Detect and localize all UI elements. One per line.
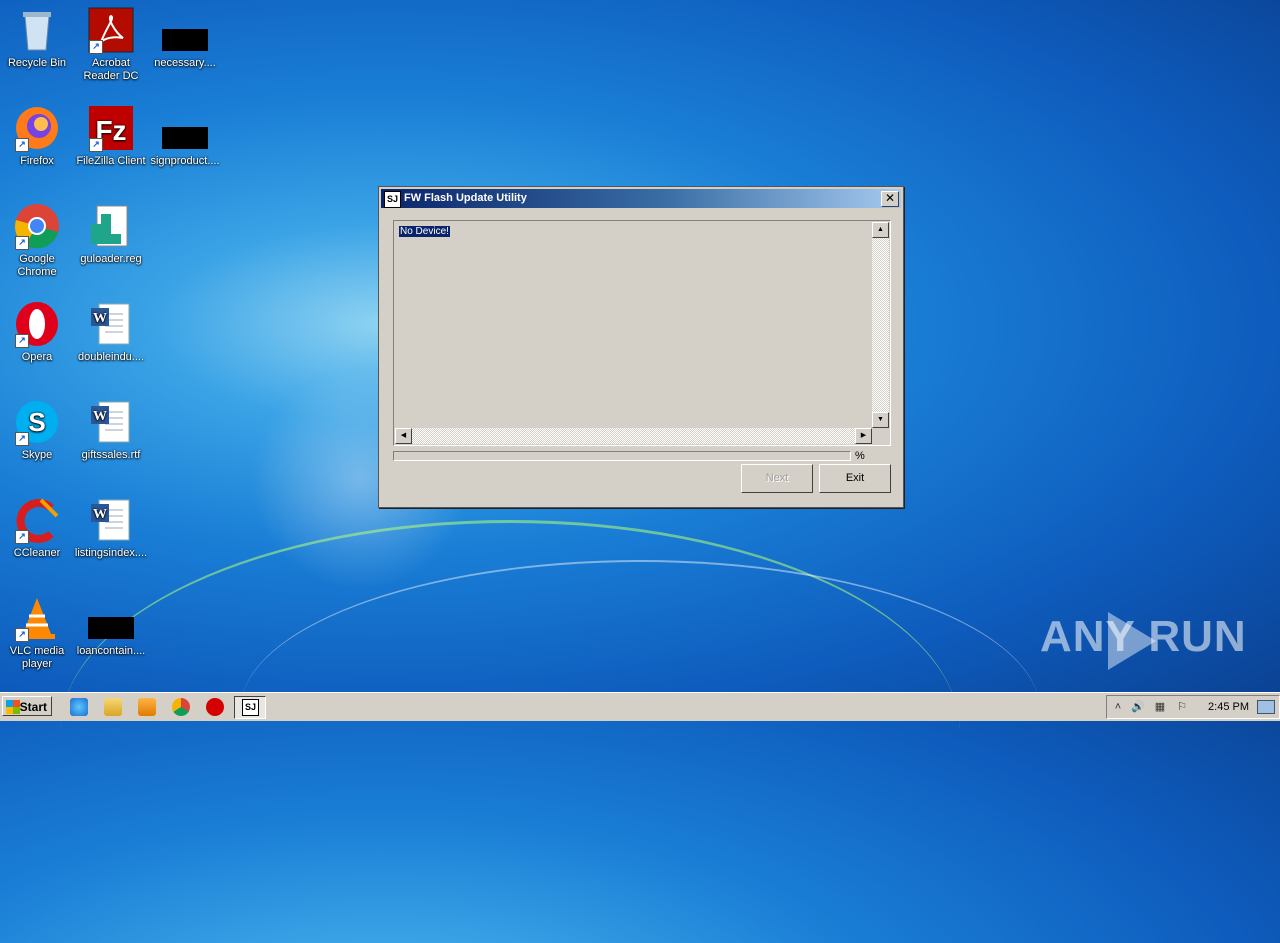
desktop-icon-label: Opera	[21, 351, 53, 363]
desktop-icon-word-doc[interactable]: W listingsindex....	[74, 496, 148, 560]
svg-text:W: W	[93, 409, 107, 424]
opera-icon[interactable]	[206, 698, 224, 716]
acrobat-icon: ↗	[87, 6, 135, 54]
scrollbar-corner	[872, 428, 889, 444]
app-icon: SJ	[242, 699, 259, 716]
svg-text:W: W	[93, 311, 107, 326]
chrome-icon[interactable]	[172, 698, 190, 716]
network-icon[interactable]: ▦	[1153, 700, 1167, 714]
desktop-icon-label: loancontain....	[76, 645, 146, 657]
fw-flash-update-dialog: SJ FW Flash Update Utility ✕ No Device! …	[378, 186, 904, 508]
redacted-file-icon	[161, 6, 209, 54]
ccleaner-icon: ↗	[13, 496, 61, 544]
desktop-icon-firefox[interactable]: ↗ Firefox	[0, 104, 74, 168]
exit-button[interactable]: Exit	[819, 464, 891, 493]
desktop-icon-label: FileZilla Client	[76, 155, 146, 167]
desktop-icon-label: Firefox	[20, 155, 54, 167]
desktop-icon-loancontain[interactable]: loancontain....	[74, 594, 148, 658]
close-button[interactable]: ✕	[881, 191, 899, 207]
word-document-icon: W	[87, 300, 135, 348]
taskbar-app-fw-flash[interactable]: SJ	[234, 696, 266, 719]
vertical-scrollbar[interactable]: ▲ ▼	[872, 222, 889, 428]
progress-bar	[393, 451, 851, 461]
desktop-icon-word-doc[interactable]: W doubleindu....	[74, 300, 148, 364]
play-icon	[1108, 612, 1156, 670]
scroll-up-icon[interactable]: ▲	[872, 222, 889, 238]
log-textarea[interactable]: No Device! ▲ ▼ ◀ ▶	[393, 220, 891, 446]
desktop-icon-label: giftssales.rtf	[81, 449, 141, 461]
redacted-file-icon	[161, 104, 209, 152]
chrome-icon: ↗	[13, 202, 61, 250]
chevron-up-icon[interactable]: ˄	[1111, 700, 1125, 714]
desktop-icon-reg-file[interactable]: guloader.reg	[74, 202, 148, 266]
scroll-right-icon[interactable]: ▶	[855, 428, 872, 444]
log-text: No Device!	[399, 226, 450, 237]
desktop-icon-label: Recycle Bin	[7, 57, 67, 69]
speaker-icon[interactable]: 🔊	[1131, 700, 1145, 714]
horizontal-scrollbar[interactable]: ◀ ▶	[395, 428, 872, 444]
internet-explorer-icon[interactable]	[70, 698, 88, 716]
filezilla-icon: Fz ↗	[87, 104, 135, 152]
scroll-left-icon[interactable]: ◀	[395, 428, 412, 444]
desktop-icon-label: Acrobat Reader DC	[83, 57, 139, 82]
dialog-titlebar[interactable]: SJ FW Flash Update Utility ✕	[381, 189, 901, 208]
desktop-icon-chrome[interactable]: ↗ Google Chrome	[0, 202, 74, 279]
dialog-title: FW Flash Update Utility	[404, 192, 527, 204]
percent-label: %	[855, 450, 865, 462]
svg-text:W: W	[93, 507, 107, 522]
desktop-icon-label: CCleaner	[13, 547, 61, 559]
desktop-icon-label: signproduct....	[150, 155, 220, 167]
scroll-down-icon[interactable]: ▼	[872, 412, 889, 428]
desktop-icon-label: doubleindu....	[77, 351, 145, 363]
desktop-icon-label: necessary....	[154, 57, 216, 69]
start-label: Start	[19, 700, 47, 714]
start-button[interactable]: Start	[2, 696, 52, 716]
desktop-icon-label: Skype	[21, 449, 53, 461]
registry-file-icon	[87, 202, 135, 250]
desktop-icon-skype[interactable]: S ↗ Skype	[0, 398, 74, 462]
word-document-icon: W	[87, 398, 135, 446]
clock[interactable]: 2:45 PM	[1208, 701, 1249, 713]
desktop-icon-ccleaner[interactable]: ↗ CCleaner	[0, 496, 74, 560]
desktop-icon-filezilla[interactable]: Fz ↗ FileZilla Client	[74, 104, 148, 168]
opera-icon: ↗	[13, 300, 61, 348]
desktop-icon-label: Google Chrome	[17, 253, 57, 278]
skype-icon: S ↗	[13, 398, 61, 446]
redacted-file-icon	[87, 594, 135, 642]
windows-logo-icon	[6, 700, 20, 714]
desktop-icon-vlc[interactable]: ↗ VLC media player	[0, 594, 74, 671]
log-content: No Device!	[395, 222, 871, 428]
word-document-icon: W	[87, 496, 135, 544]
desktop-icon-acrobat[interactable]: ↗ Acrobat Reader DC	[74, 6, 148, 83]
media-player-icon[interactable]	[138, 698, 156, 716]
firefox-icon: ↗	[13, 104, 61, 152]
app-icon: SJ	[384, 191, 401, 208]
desktop-icon-necessary[interactable]: necessary....	[148, 6, 222, 70]
desktop-icon-signproduct[interactable]: signproduct....	[148, 104, 222, 168]
flag-icon[interactable]: ⚐	[1175, 700, 1189, 714]
show-desktop-icon[interactable]	[1257, 700, 1275, 714]
desktop-icon-label: listingsindex....	[74, 547, 148, 559]
desktop-icon-recycle-bin[interactable]: Recycle Bin	[0, 6, 74, 70]
desktop-icon-label: guloader.reg	[80, 253, 142, 265]
svg-text:S: S	[28, 407, 45, 437]
desktop-icon-label: VLC media player	[9, 645, 65, 670]
next-button[interactable]: Next	[741, 464, 813, 493]
desktop-icon-rtf[interactable]: W giftssales.rtf	[74, 398, 148, 462]
vlc-icon: ↗	[13, 594, 61, 642]
recycle-bin-icon	[13, 6, 61, 54]
folder-icon[interactable]	[104, 698, 122, 716]
taskbar: Start SJ ˄ 🔊 ▦ ⚐ 2:45 PM	[0, 692, 1280, 721]
desktop-icon-opera[interactable]: ↗ Opera	[0, 300, 74, 364]
system-tray: ˄ 🔊 ▦ ⚐ 2:45 PM	[1106, 695, 1280, 719]
